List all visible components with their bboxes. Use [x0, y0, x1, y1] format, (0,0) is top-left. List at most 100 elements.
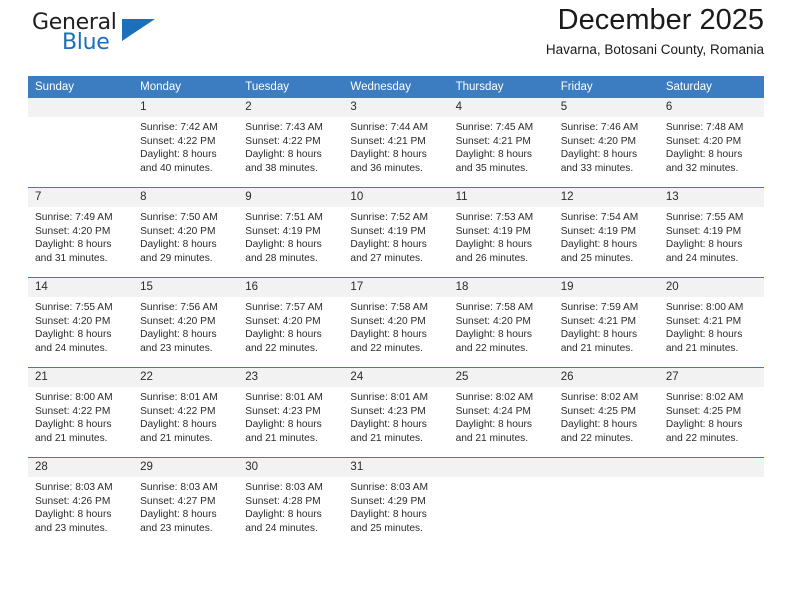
day-info-line: and 40 minutes.	[140, 162, 213, 174]
day-info-line: Sunset: 4:20 PM	[35, 225, 111, 237]
day-info-line: Sunset: 4:19 PM	[245, 225, 321, 237]
calendar-day-cell[interactable]: 25 Sunrise: 8:02 AM Sunset: 4:24 PM Dayligh…	[448, 367, 554, 458]
day-info-line: Sunrise: 8:02 AM	[455, 392, 534, 403]
day-info-line: and 26 minutes.	[455, 252, 529, 264]
calendar-day-cell[interactable]: 18 Sunrise: 7:58 AM Sunset: 4:20 PM Dayligh…	[448, 277, 554, 368]
day-info-line: and 24 minutes.	[245, 522, 318, 534]
day-number: 4	[448, 98, 554, 117]
calendar-day-cell[interactable]: 11 Sunrise: 7:53 AM Sunset: 4:19 PM Dayligh…	[448, 187, 554, 278]
calendar-day-cell[interactable]: 26 Sunrise: 8:02 AM Sunset: 4:25 PM Dayligh…	[553, 367, 659, 458]
day-sun-info: Sunrise: 8:02 AM Sunset: 4:25 PM Daylight:…	[659, 387, 764, 445]
day-info-line: Daylight: 8 hours	[560, 419, 638, 431]
day-info-line: Sunrise: 8:03 AM	[140, 482, 218, 493]
calendar-day-cell[interactable]: 21 Sunrise: 8:00 AM Sunset: 4:22 PM Dayligh…	[28, 367, 134, 458]
day-sun-info: Sunrise: 8:03 AM Sunset: 4:29 PM Daylight:…	[343, 477, 448, 535]
day-info-line: Daylight: 8 hours	[140, 419, 217, 431]
calendar-day-cell[interactable]: 15 Sunrise: 7:56 AM Sunset: 4:20 PM Dayligh…	[133, 277, 239, 368]
logo-text-blue: Blue	[62, 30, 110, 55]
day-info-line: Daylight: 8 hours	[560, 149, 638, 161]
calendar-day-cell[interactable]: 13 Sunrise: 7:55 AM Sunset: 4:19 PM Dayligh…	[658, 187, 764, 278]
day-info-line: Sunrise: 7:51 AM	[245, 212, 323, 223]
calendar-empty-cell	[553, 457, 659, 547]
day-info-line: Sunset: 4:28 PM	[245, 495, 321, 507]
day-sun-info: Sunrise: 8:01 AM Sunset: 4:23 PM Daylight:…	[238, 387, 343, 445]
calendar-day-cell[interactable]: 8 Sunrise: 7:50 AM Sunset: 4:20 PM Daylight…	[133, 187, 239, 278]
day-info-line: Sunset: 4:24 PM	[455, 405, 531, 417]
calendar-day-cell[interactable]: 3 Sunrise: 7:44 AM Sunset: 4:21 PM Daylight…	[343, 98, 449, 188]
calendar-day-cell[interactable]: 16 Sunrise: 7:57 AM Sunset: 4:20 PM Dayligh…	[238, 277, 344, 368]
calendar-day-cell[interactable]: 14 Sunrise: 7:55 AM Sunset: 4:20 PM Dayligh…	[28, 277, 134, 368]
day-info-line: Sunrise: 7:44 AM	[350, 122, 429, 133]
day-info-line: Daylight: 8 hours	[245, 239, 322, 251]
day-sun-info: Sunrise: 8:01 AM Sunset: 4:23 PM Daylight:…	[343, 387, 448, 445]
calendar-day-cell[interactable]: 27 Sunrise: 8:02 AM Sunset: 4:25 PM Dayligh…	[658, 367, 764, 458]
day-info-line: Daylight: 8 hours	[350, 419, 427, 431]
day-number: 10	[343, 188, 449, 207]
day-info-line: Sunset: 4:20 PM	[140, 225, 216, 237]
calendar-day-cell[interactable]: 23 Sunrise: 8:01 AM Sunset: 4:23 PM Dayligh…	[238, 367, 344, 458]
day-info-line: Sunset: 4:20 PM	[455, 315, 531, 327]
day-info-line: Daylight: 8 hours	[455, 329, 533, 341]
day-info-line: Sunset: 4:19 PM	[665, 225, 742, 237]
day-info-line: and 35 minutes.	[455, 162, 529, 174]
day-info-line: Daylight: 8 hours	[665, 149, 743, 161]
day-sun-info: Sunrise: 7:43 AM Sunset: 4:22 PM Daylight:…	[238, 117, 343, 175]
general-blue-logo[interactable]: General Blue	[28, 8, 228, 60]
calendar-header-row: Sunday Monday Tuesday Wednesday Thursday Frid…	[28, 76, 764, 98]
day-info-line: Daylight: 8 hours	[245, 419, 322, 431]
day-info-line: and 23 minutes.	[140, 342, 213, 354]
day-number: 31	[343, 458, 449, 477]
day-info-line: Sunset: 4:21 PM	[665, 315, 742, 327]
calendar-day-cell[interactable]: 20 Sunrise: 8:00 AM Sunset: 4:21 PM Dayligh…	[658, 277, 764, 368]
calendar-day-cell[interactable]: 9 Sunrise: 7:51 AM Sunset: 4:19 PM Daylight…	[238, 187, 344, 278]
day-info-line: Sunrise: 8:03 AM	[35, 482, 113, 493]
day-sun-info: Sunrise: 7:57 AM Sunset: 4:20 PM Daylight:…	[238, 297, 343, 355]
calendar-day-cell[interactable]: 1 Sunrise: 7:42 AM Sunset: 4:22 PM Daylight…	[133, 98, 239, 188]
day-info-line: and 22 minutes.	[350, 342, 423, 354]
calendar-day-cell[interactable]: 28 Sunrise: 8:03 AM Sunset: 4:26 PM Dayligh…	[28, 457, 134, 547]
day-info-line: Sunset: 4:20 PM	[350, 315, 426, 327]
day-info-line: and 31 minutes.	[35, 252, 108, 264]
day-info-line: Sunset: 4:22 PM	[140, 135, 216, 147]
column-header-thursday: Thursday	[448, 76, 554, 98]
day-sun-info: Sunrise: 7:54 AM Sunset: 4:19 PM Daylight:…	[554, 207, 659, 265]
calendar-day-cell[interactable]: 29 Sunrise: 8:03 AM Sunset: 4:27 PM Dayligh…	[133, 457, 239, 547]
calendar-day-cell[interactable]: 7 Sunrise: 7:49 AM Sunset: 4:20 PM Daylight…	[28, 187, 134, 278]
calendar-day-cell[interactable]: 24 Sunrise: 8:01 AM Sunset: 4:23 PM Dayligh…	[343, 367, 449, 458]
column-header-friday: Friday	[553, 76, 659, 98]
calendar-week-row: 7 Sunrise: 7:49 AM Sunset: 4:20 PM Daylight…	[28, 187, 764, 278]
calendar-day-cell[interactable]: 5 Sunrise: 7:46 AM Sunset: 4:20 PM Daylight…	[553, 98, 659, 188]
calendar-day-cell[interactable]: 19 Sunrise: 7:59 AM Sunset: 4:21 PM Dayligh…	[553, 277, 659, 368]
calendar-day-cell[interactable]: 6 Sunrise: 7:48 AM Sunset: 4:20 PM Daylight…	[658, 98, 764, 188]
calendar-day-cell[interactable]: 2 Sunrise: 7:43 AM Sunset: 4:22 PM Daylight…	[238, 98, 344, 188]
day-info-line: Daylight: 8 hours	[140, 149, 217, 161]
day-sun-info: Sunrise: 7:48 AM Sunset: 4:20 PM Daylight:…	[659, 117, 764, 175]
day-info-line: and 21 minutes.	[455, 432, 529, 444]
day-info-line: Daylight: 8 hours	[35, 329, 112, 341]
day-sun-info: Sunrise: 7:53 AM Sunset: 4:19 PM Daylight:…	[449, 207, 554, 265]
day-info-line: and 21 minutes.	[560, 342, 634, 354]
day-info-line: and 25 minutes.	[350, 522, 423, 534]
day-info-line: Sunset: 4:27 PM	[140, 495, 216, 507]
day-number: 2	[238, 98, 344, 117]
day-number: 19	[553, 278, 659, 297]
day-info-line: Daylight: 8 hours	[350, 149, 427, 161]
calendar-day-cell[interactable]: 12 Sunrise: 7:54 AM Sunset: 4:19 PM Dayligh…	[553, 187, 659, 278]
day-sun-info: Sunrise: 7:55 AM Sunset: 4:19 PM Daylight:…	[659, 207, 764, 265]
day-number: 11	[448, 188, 554, 207]
day-sun-info: Sunrise: 7:59 AM Sunset: 4:21 PM Daylight:…	[554, 297, 659, 355]
day-info-line: Sunset: 4:21 PM	[560, 315, 637, 327]
calendar-day-cell[interactable]: 30 Sunrise: 8:03 AM Sunset: 4:28 PM Dayligh…	[238, 457, 344, 547]
calendar-day-cell[interactable]: 31 Sunrise: 8:03 AM Sunset: 4:29 PM Dayligh…	[343, 457, 449, 547]
title-block: December 2025 Havarna, Botosani County, …	[546, 0, 764, 57]
calendar-empty-cell	[28, 98, 134, 188]
day-number: 15	[133, 278, 239, 297]
day-info-line: Sunset: 4:22 PM	[35, 405, 111, 417]
calendar-day-cell[interactable]: 22 Sunrise: 8:01 AM Sunset: 4:22 PM Dayligh…	[133, 367, 239, 458]
calendar-day-cell[interactable]: 17 Sunrise: 7:58 AM Sunset: 4:20 PM Dayligh…	[343, 277, 449, 368]
calendar-day-cell[interactable]: 4 Sunrise: 7:45 AM Sunset: 4:21 PM Daylight…	[448, 98, 554, 188]
calendar-day-cell[interactable]: 10 Sunrise: 7:52 AM Sunset: 4:19 PM Dayligh…	[343, 187, 449, 278]
day-info-line: and 33 minutes.	[560, 162, 634, 174]
day-info-line: Sunrise: 8:01 AM	[245, 392, 323, 403]
day-sun-info: Sunrise: 7:58 AM Sunset: 4:20 PM Daylight:…	[449, 297, 554, 355]
